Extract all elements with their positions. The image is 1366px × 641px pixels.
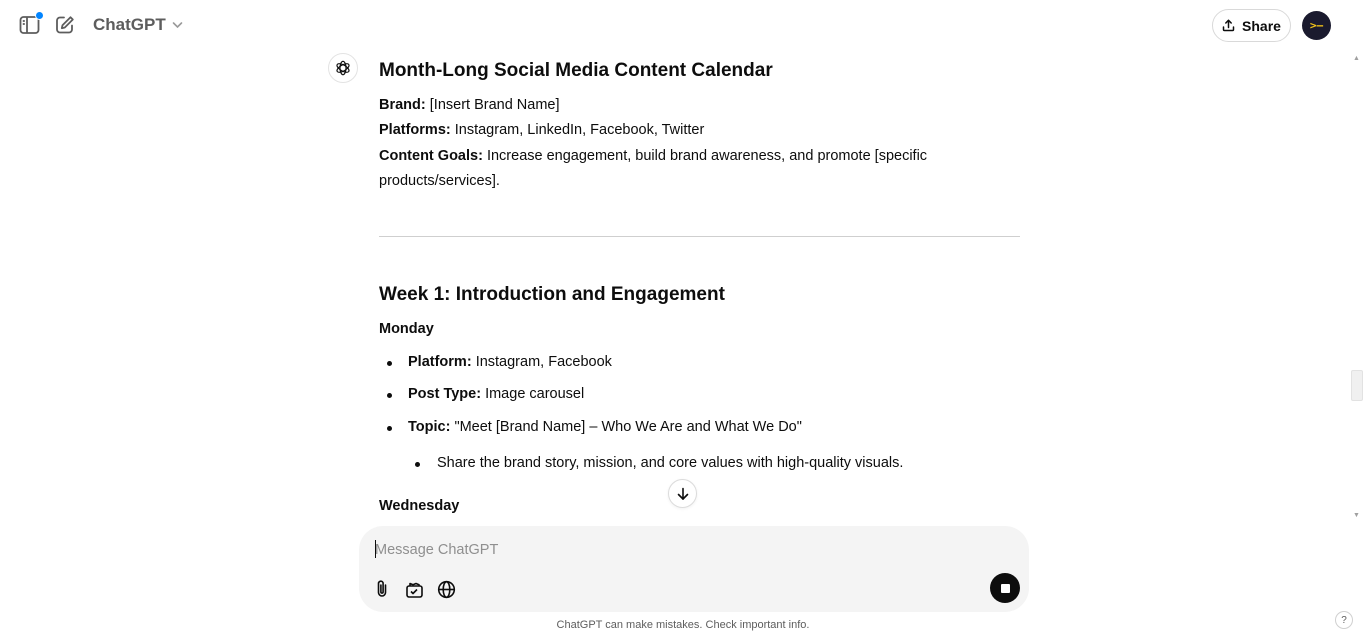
top-bar: ChatGPT Share >– [0,0,1366,52]
item-label: Post Type: [408,386,482,402]
model-selector[interactable]: ChatGPT [93,15,183,35]
message-title: Month-Long Social Media Content Calendar [379,60,773,81]
scrollbar[interactable] [1350,52,1364,522]
item-value: "Meet [Brand Name] – Who We Are and What… [454,419,802,435]
user-avatar[interactable]: >– [1302,11,1331,40]
disclaimer: ChatGPT can make mistakes. Check importa… [556,619,810,631]
scroll-up-arrow-icon[interactable]: ▲ [1353,55,1360,62]
platforms-label: Platforms: [379,122,451,138]
goals-label: Content Goals: [379,148,483,164]
stop-generating-button[interactable] [990,573,1020,603]
text-caret [375,540,376,558]
sub-bullet [415,462,420,467]
avatar-text: >– [1309,19,1324,32]
share-label: Share [1242,17,1281,34]
new-chat-icon [56,16,74,34]
item-value: Image carousel [485,386,585,402]
assistant-avatar [328,53,358,83]
divider [379,236,1020,237]
notification-dot [35,11,44,20]
goals-line: Content Goals: Increase engagement, buil… [379,148,927,164]
goals-value: Increase engagement, build brand awarene… [486,148,928,164]
sub-list-item: Share the brand story, mission, and core… [437,455,904,471]
tools-button[interactable] [403,578,425,600]
bullet [387,361,392,366]
share-button[interactable]: Share [1212,9,1291,42]
new-chat-button[interactable] [54,14,76,36]
brand-line: Brand: [Insert Brand Name] [379,97,560,113]
arrow-down-icon [677,487,688,500]
composer [359,526,1029,612]
platforms-value: Instagram, LinkedIn, Facebook, Twitter [454,122,705,138]
week1-heading: Week 1: Introduction and Engagement [379,284,725,305]
scroll-down-arrow-icon[interactable]: ▼ [1353,512,1360,519]
sidebar-toggle-button[interactable] [18,11,44,36]
day-heading-monday: Monday [379,321,434,337]
help-button[interactable]: ? [1335,611,1353,629]
item-value: Instagram, Facebook [475,354,612,370]
bullet [387,426,392,431]
bullet [387,393,392,398]
scroll-to-bottom-button[interactable] [668,479,697,508]
globe-icon [437,580,455,598]
openai-logo-icon [336,60,350,76]
attach-button[interactable] [371,578,393,600]
share-icon [1222,19,1235,32]
tools-icon [405,582,423,598]
brand-label: Brand: [379,97,426,113]
brand-value: [Insert Brand Name] [429,97,560,113]
chevron-down-icon [172,22,183,29]
stop-icon [1000,583,1010,593]
list-item: Topic: "Meet [Brand Name] – Who We Are a… [408,419,802,435]
day-heading-wednesday: Wednesday [379,498,460,514]
message-input[interactable] [375,539,975,561]
web-search-button[interactable] [435,578,457,600]
paperclip-icon [377,580,387,597]
model-name: ChatGPT [93,15,166,34]
scrollbar-thumb[interactable] [1351,370,1363,401]
item-label: Topic: [408,419,451,435]
goals-line-continued: products/services]. [379,173,500,189]
platforms-line: Platforms: Instagram, LinkedIn, Facebook… [379,122,704,138]
list-item: Platform: Instagram, Facebook [408,354,612,370]
list-item: Post Type: Image carousel [408,386,584,402]
item-label: Platform: [408,354,472,370]
